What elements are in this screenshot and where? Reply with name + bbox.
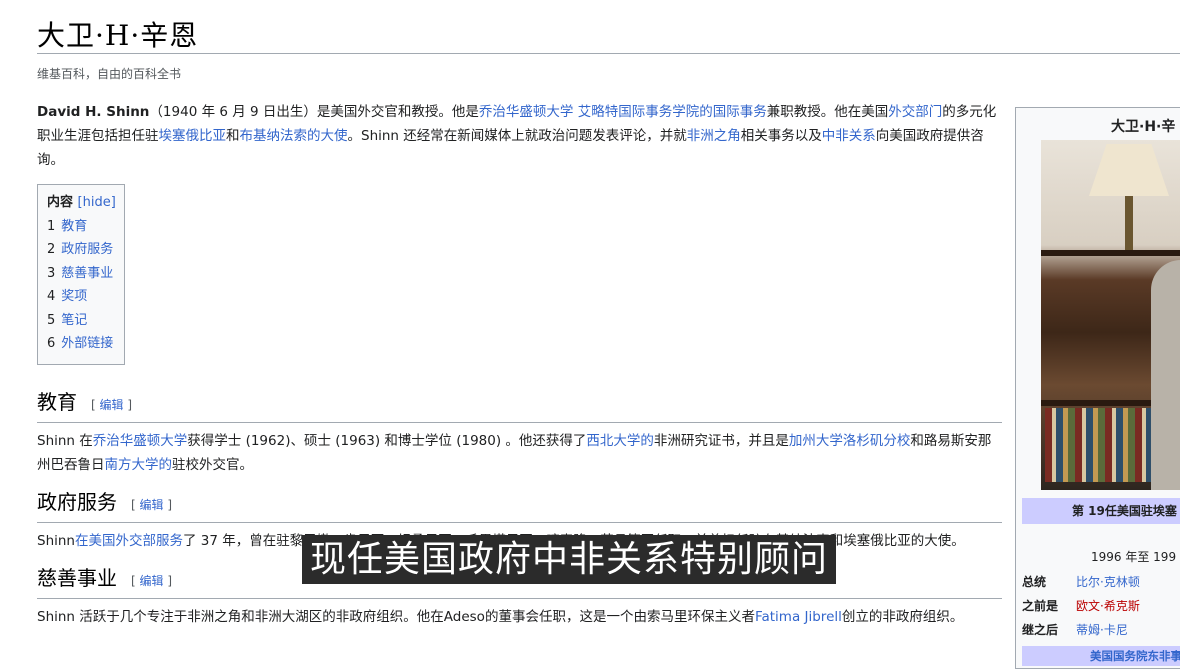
video-subtitle: 现任美国政府中非关系特别顾问 bbox=[302, 535, 837, 584]
inline-link[interactable]: 埃塞俄比亚 bbox=[159, 128, 227, 144]
lead-paragraph: David H. Shinn（1940 年 6 月 9 日出生）是美国外交官和教… bbox=[37, 100, 1002, 172]
article-sections: 教育 [ 编辑 ] Shinn 在乔治华盛顿大学获得学士 (1962)、硕士 (19… bbox=[37, 387, 1002, 629]
toc-item-1[interactable]: 1 教育 bbox=[47, 215, 116, 239]
section-title: 慈善事业 bbox=[37, 565, 117, 590]
inline-link[interactable]: 乔治华盛顿大学 bbox=[93, 433, 188, 449]
infobox: 大卫·H·辛 第 19任美国驻埃塞 1996 年至 199 总统 比尔·克林顿之前… bbox=[1015, 107, 1180, 669]
bookshelf bbox=[1045, 408, 1160, 482]
inline-link[interactable]: 在美国外交部服务 bbox=[75, 533, 183, 549]
person-figure bbox=[1151, 260, 1180, 490]
text-run: 。Shinn 还经常在新闻媒体上就政治问题发表评论，并就 bbox=[347, 128, 687, 144]
infobox-row: 之前是 欧文·希克斯 bbox=[1022, 597, 1140, 614]
toc-link[interactable]: 慈善事业 bbox=[61, 266, 113, 281]
infobox-row: 继之后 蒂姆·卡尼 bbox=[1022, 621, 1128, 638]
inline-link[interactable]: 中非关系 bbox=[822, 128, 876, 144]
text-run: 兼职教授。他在美国 bbox=[766, 104, 889, 120]
toc-number: 5 bbox=[47, 312, 56, 328]
toc-link[interactable]: 奖项 bbox=[61, 289, 87, 304]
edit-section-link[interactable]: [ 编辑 ] bbox=[91, 398, 132, 412]
toc-link[interactable]: 教育 bbox=[61, 219, 87, 234]
toc-header: 内容 [hide] bbox=[47, 191, 116, 215]
table-of-contents: 内容 [hide] 1 教育 2 政府服务 3 慈善事业 4 奖项 5 笔记 6 外部链接 bbox=[37, 184, 125, 365]
inline-link[interactable]: 加州大学洛杉矶分校 bbox=[789, 433, 911, 449]
shelf bbox=[1041, 250, 1180, 256]
text-run: 获得学士 (1962)、硕士 (1963) 和博士学位 (1980) 。他还获得… bbox=[187, 432, 587, 449]
toc-item-3[interactable]: 3 慈善事业 bbox=[47, 262, 116, 286]
section-heading: 教育 [ 编辑 ] bbox=[37, 387, 1002, 423]
lamp-shade bbox=[1089, 144, 1169, 196]
infobox-label: 总统 bbox=[1022, 575, 1047, 589]
page-title: 大卫·H·辛恩 bbox=[37, 19, 199, 52]
inline-link[interactable]: 非洲之角 bbox=[687, 128, 741, 144]
inline-link[interactable]: 南方大学的 bbox=[105, 457, 173, 473]
edit-label[interactable]: 编辑 bbox=[100, 398, 124, 412]
section-paragraph: Shinn 活跃于几个专注于非洲之角和非洲大湖区的非政府组织。他在Adeso的董… bbox=[37, 605, 1002, 629]
toc-link[interactable]: 笔记 bbox=[61, 313, 87, 328]
toc-number: 2 bbox=[47, 242, 56, 257]
infobox-office-header: 第 19任美国驻埃塞 bbox=[1022, 498, 1180, 524]
toc-item-2[interactable]: 2 政府服务 bbox=[47, 238, 116, 262]
text-run: 相关事务以及 bbox=[740, 128, 822, 144]
infobox-row: 总统 比尔·克林顿 bbox=[1022, 573, 1140, 590]
toc-hide-link[interactable]: [hide] bbox=[78, 195, 116, 210]
inline-link[interactable]: 布基纳法索的大使 bbox=[240, 128, 348, 144]
inline-link[interactable]: 乔治华盛顿大学 艾略特国际事务学院的国际事务 bbox=[479, 104, 767, 120]
bold-name: David H. Shinn bbox=[37, 104, 150, 120]
infobox-term: 1996 年至 199 bbox=[1091, 550, 1177, 564]
infobox-title: 大卫·H·辛 bbox=[1111, 119, 1176, 135]
section-title: 政府服务 bbox=[37, 489, 117, 514]
text-run: 非洲研究证书，并且是 bbox=[653, 432, 789, 449]
text-run: Shinn 活跃于几个专注于非洲之角和非洲大湖区的非政府组织。他在Adeso的董… bbox=[37, 608, 755, 625]
infobox-office-header-2[interactable]: 美国国务院东非事 bbox=[1022, 646, 1180, 666]
toc-title: 内容 bbox=[47, 195, 74, 210]
title-divider bbox=[37, 53, 1180, 54]
inline-link[interactable]: Fatima Jibrell bbox=[755, 609, 842, 625]
section-paragraph: Shinn 在乔治华盛顿大学获得学士 (1962)、硕士 (1963) 和博士学… bbox=[37, 429, 1002, 477]
edit-label[interactable]: 编辑 bbox=[140, 574, 164, 588]
infobox-value-link[interactable]: 比尔·克林顿 bbox=[1076, 575, 1140, 589]
toc-item-5[interactable]: 5 笔记 bbox=[47, 309, 116, 333]
section-heading: 政府服务 [ 编辑 ] bbox=[37, 487, 1002, 523]
text-run: 和 bbox=[226, 128, 240, 144]
edit-section-link[interactable]: [ 编辑 ] bbox=[131, 574, 172, 588]
toc-number: 3 bbox=[47, 265, 56, 281]
toc-number: 4 bbox=[47, 289, 56, 304]
inline-link[interactable]: 外交部门 bbox=[888, 104, 942, 120]
edit-section-link[interactable]: [ 编辑 ] bbox=[131, 498, 172, 512]
section-title: 教育 bbox=[37, 389, 77, 414]
text-run: 创立的非政府组织。 bbox=[841, 608, 964, 625]
portrait-photo[interactable] bbox=[1041, 140, 1180, 490]
text-run: 驻校外交官。 bbox=[172, 456, 253, 473]
toc-link[interactable]: 外部链接 bbox=[61, 336, 113, 351]
toc-link[interactable]: 政府服务 bbox=[61, 242, 113, 257]
infobox-value-link[interactable]: 蒂姆·卡尼 bbox=[1076, 623, 1128, 637]
toc-list: 1 教育 2 政府服务 3 慈善事业 4 奖项 5 笔记 6 外部链接 bbox=[47, 215, 116, 356]
text-run: Shinn bbox=[37, 532, 75, 549]
infobox-label: 之前是 bbox=[1022, 599, 1059, 613]
toc-item-4[interactable]: 4 奖项 bbox=[47, 285, 116, 309]
toc-number: 6 bbox=[47, 336, 56, 351]
infobox-label: 继之后 bbox=[1022, 623, 1059, 637]
infobox-value-link[interactable]: 欧文·希克斯 bbox=[1076, 599, 1140, 613]
text-run: （1940 年 6 月 9 日出生）是美国外交官和教授。他是 bbox=[149, 104, 479, 120]
text-run: Shinn 在 bbox=[37, 432, 93, 449]
toc-item-6[interactable]: 6 外部链接 bbox=[47, 332, 116, 356]
edit-label[interactable]: 编辑 bbox=[140, 498, 164, 512]
toc-number: 1 bbox=[47, 218, 56, 234]
inline-link[interactable]: 西北大学的 bbox=[586, 433, 654, 449]
lamp-stem bbox=[1125, 196, 1133, 251]
site-tagline: 维基百科，自由的百科全书 bbox=[37, 67, 182, 81]
